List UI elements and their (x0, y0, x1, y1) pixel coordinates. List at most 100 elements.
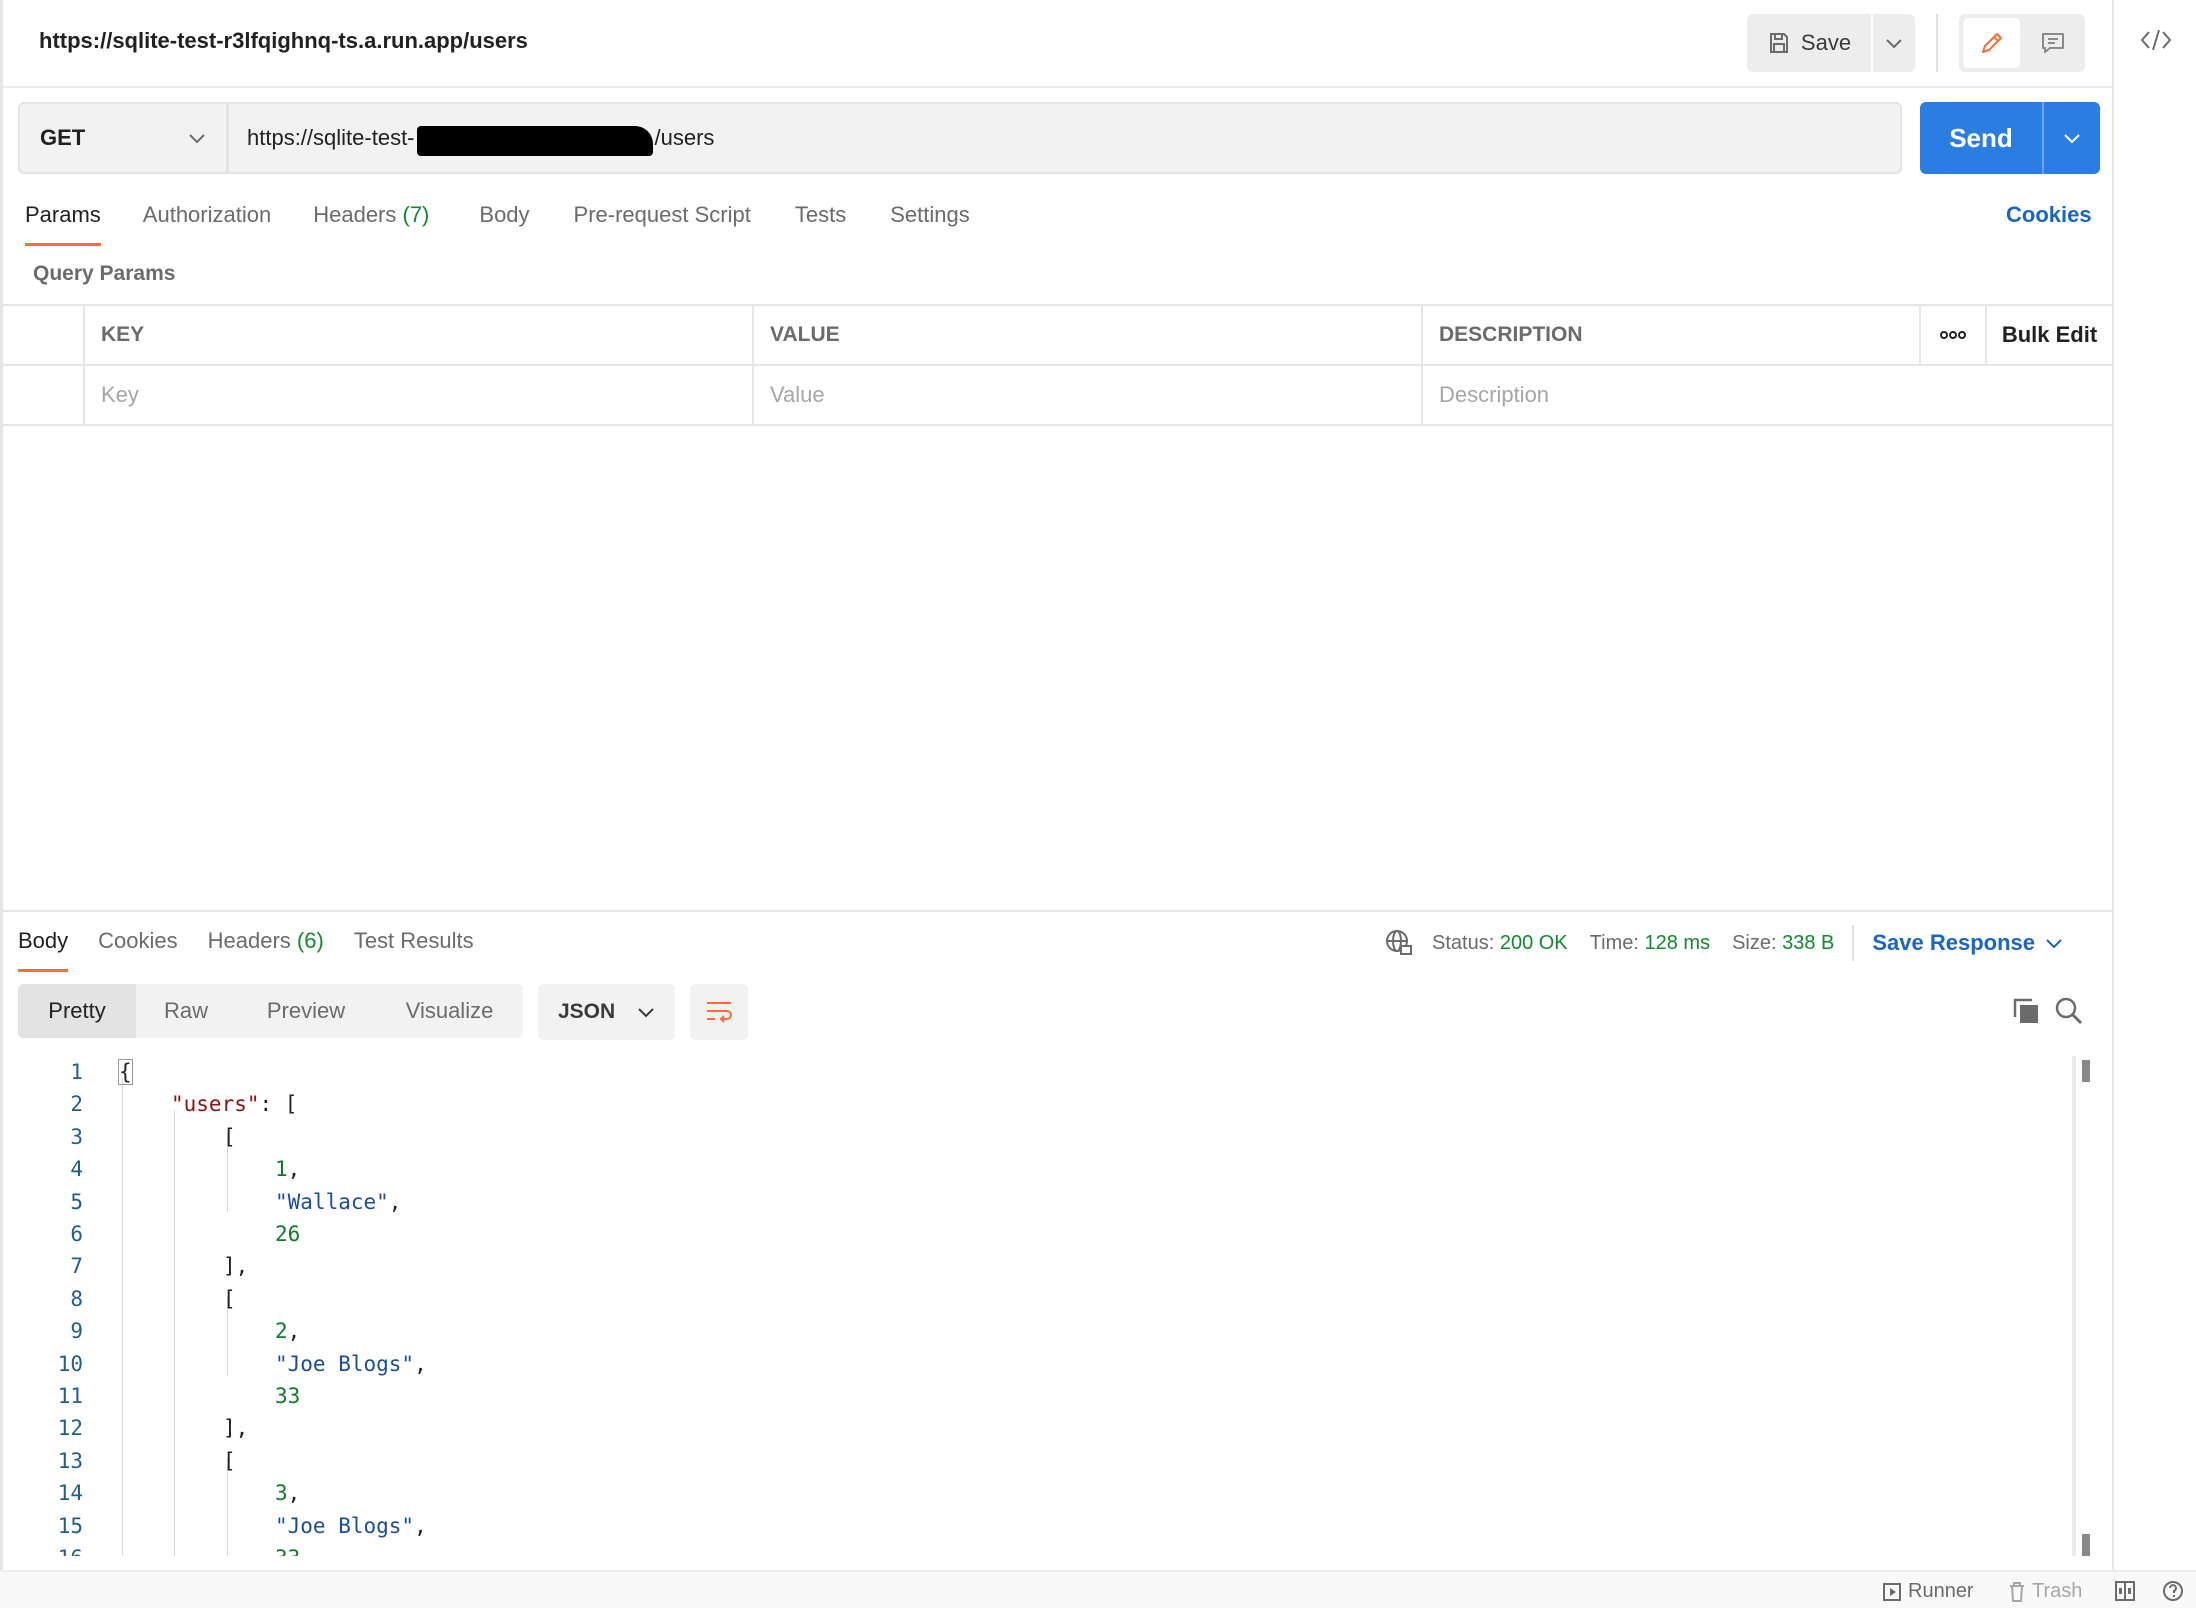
response-body-viewer[interactable]: 1{2 "users": [3[4 1, 5 "Wallace", 6 26 7], 8[9 2,… (3, 1056, 2103, 1556)
value-input[interactable]: Value (754, 366, 1423, 424)
runner-label: Runner (1908, 1580, 1974, 1602)
view-preview-button[interactable]: Preview (236, 984, 376, 1038)
code-line: 14 3, (3, 1477, 2073, 1509)
copy-icon (2013, 998, 2038, 1023)
line-number: 15 (57, 1513, 83, 1538)
two-pane-toggle[interactable] (2114, 1580, 2136, 1602)
runner-button[interactable]: Runner (1882, 1580, 1974, 1603)
pencil-icon (1981, 33, 2002, 53)
search-icon (2055, 997, 2083, 1025)
scrollbar-thumb[interactable] (2082, 1060, 2090, 1082)
code-content: "users": [ (171, 1088, 297, 1120)
trash-button[interactable]: Trash (2008, 1580, 2082, 1603)
chevron-down-icon (189, 134, 205, 144)
code-line: 12], (3, 1412, 2073, 1444)
tab-headers[interactable]: Headers (7) (313, 202, 429, 246)
time-value[interactable]: 128 ms (1644, 932, 1710, 955)
play-icon (1883, 1582, 1901, 1601)
response-tab-test-results[interactable]: Test Results (354, 928, 474, 972)
table-header-row: KEY VALUE DESCRIPTION Bulk Edit (3, 306, 2112, 366)
copy-button[interactable] (2011, 996, 2041, 1026)
json-punctuation: , (414, 1351, 427, 1376)
tab-authorization[interactable]: Authorization (143, 202, 271, 246)
code-line: 3[ (3, 1121, 2073, 1153)
network-globe-icon[interactable] (1384, 928, 1414, 958)
comments-mode-button[interactable] (2024, 18, 2081, 68)
view-visualize-button[interactable]: Visualize (376, 984, 523, 1038)
json-number: 33 (275, 1384, 301, 1408)
response-divider[interactable] (3, 910, 2112, 912)
send-group: Send (1920, 102, 2100, 174)
code-icon (2140, 29, 2172, 51)
bulk-edit-button[interactable]: Bulk Edit (2002, 322, 2097, 348)
tab-label: Headers (207, 928, 291, 953)
trash-label: Trash (2032, 1580, 2083, 1602)
tab-label: Authorization (142, 202, 272, 227)
view-raw-button[interactable]: Raw (136, 984, 236, 1038)
tab-body[interactable]: Body (479, 202, 529, 246)
description-input[interactable]: Description (1423, 366, 2112, 424)
code-line: 2 "users": [ (3, 1088, 2073, 1120)
key-placeholder: Key (101, 382, 139, 407)
code-snippet-button[interactable] (2138, 22, 2174, 58)
code-content: "Joe Blogs", (275, 1348, 427, 1380)
status-value[interactable]: 200 OK (1500, 932, 1568, 955)
search-button[interactable] (2054, 996, 2084, 1026)
size-value[interactable]: 338 B (1782, 932, 1834, 955)
code-content: { (118, 1056, 133, 1088)
send-options-button[interactable] (2042, 102, 2100, 174)
checkbox-column-header (3, 306, 85, 364)
line-number: 9 (70, 1319, 83, 1344)
tab-pre-request-script[interactable]: Pre-request Script (574, 202, 751, 246)
response-tab-cookies[interactable]: Cookies (98, 928, 177, 972)
url-prefix: https://sqlite-test- (247, 125, 415, 150)
send-button[interactable]: Send (1920, 102, 2042, 174)
request-name[interactable]: https://sqlite-test-r3lfqighnq-ts.a.run.… (39, 28, 528, 54)
view-pretty-button[interactable]: Pretty (18, 984, 136, 1038)
save-options-button[interactable] (1871, 14, 1915, 72)
code-content: 33 (275, 1380, 300, 1412)
table-row: Key Value Description (3, 366, 2112, 426)
cookies-link[interactable]: Cookies (2006, 202, 2092, 228)
json-number: 33 (275, 1546, 300, 1556)
tab-tests[interactable]: Tests (795, 202, 846, 246)
json-punctuation: : [ (259, 1092, 298, 1117)
code-scrollbar-track[interactable] (2072, 1056, 2076, 1556)
line-number: 10 (57, 1351, 83, 1376)
more-options-button[interactable] (1921, 306, 1987, 364)
json-number: 1 (275, 1157, 288, 1182)
tab-params[interactable]: Params (25, 202, 101, 246)
save-label: Save (1800, 30, 1852, 55)
code-line: 13 [ (3, 1445, 2073, 1477)
key-input[interactable]: Key (85, 366, 754, 424)
tab-settings[interactable]: Settings (890, 202, 970, 246)
edit-mode-button[interactable] (1963, 18, 2020, 68)
redaction-mark (416, 126, 653, 156)
method-select[interactable]: GET (18, 102, 228, 174)
response-tab-headers[interactable]: Headers (6) (208, 928, 324, 972)
line-number: 7 (70, 1254, 83, 1279)
tab-label: Test Results (353, 928, 474, 953)
response-tab-body[interactable]: Body (18, 928, 69, 972)
wrap-lines-icon (707, 1002, 732, 1023)
code-content: 2, (275, 1315, 300, 1347)
scrollbar-thumb[interactable] (2082, 1534, 2090, 1556)
help-button[interactable] (2162, 1580, 2184, 1602)
tab-label: Headers (313, 202, 397, 227)
help-icon (2163, 1581, 2183, 1601)
json-punctuation: [ (223, 1286, 236, 1311)
line-number: 13 (57, 1448, 83, 1473)
save-button[interactable]: Save (1747, 14, 1871, 72)
code-line: 5 "Wallace", (3, 1186, 2073, 1218)
wrap-lines-button[interactable] (690, 984, 748, 1040)
json-number: 2 (275, 1319, 288, 1344)
url-input[interactable]: https://sqlite-test- /users (228, 102, 1902, 174)
save-response-label: Save Response (1872, 930, 2036, 955)
json-punctuation: { (118, 1059, 133, 1085)
save-response-button[interactable]: Save Response (1872, 930, 2063, 956)
chevron-down-icon (2046, 939, 2062, 949)
code-content: 33 (275, 1542, 300, 1556)
code-line: 15 "Joe Blogs", (3, 1510, 2073, 1542)
line-number: 11 (57, 1384, 83, 1408)
format-select[interactable]: JSON (538, 984, 675, 1040)
